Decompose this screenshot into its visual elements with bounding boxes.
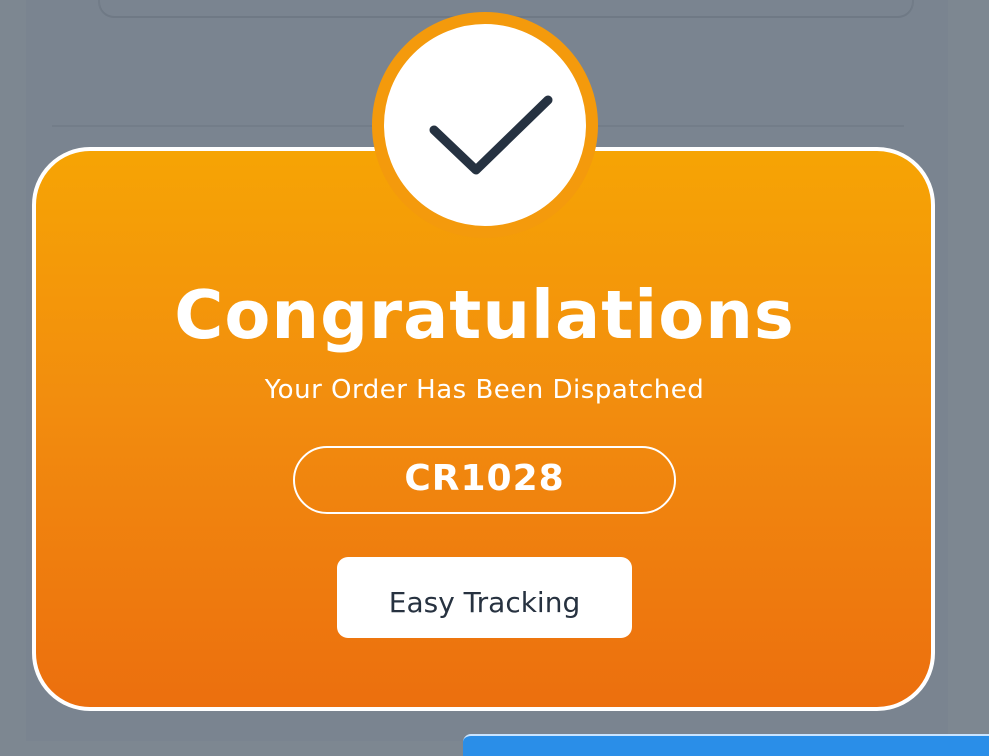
easy-tracking-button[interactable]: Easy Tracking — [337, 557, 632, 638]
checkmark-icon — [429, 95, 553, 175]
order-code-badge: CR1028 — [293, 446, 676, 514]
dialog-title: Congratulations — [174, 276, 795, 354]
success-badge — [372, 12, 598, 238]
dialog-subtitle: Your Order Has Been Dispatched — [264, 375, 705, 405]
background-bottom-card — [463, 734, 989, 756]
